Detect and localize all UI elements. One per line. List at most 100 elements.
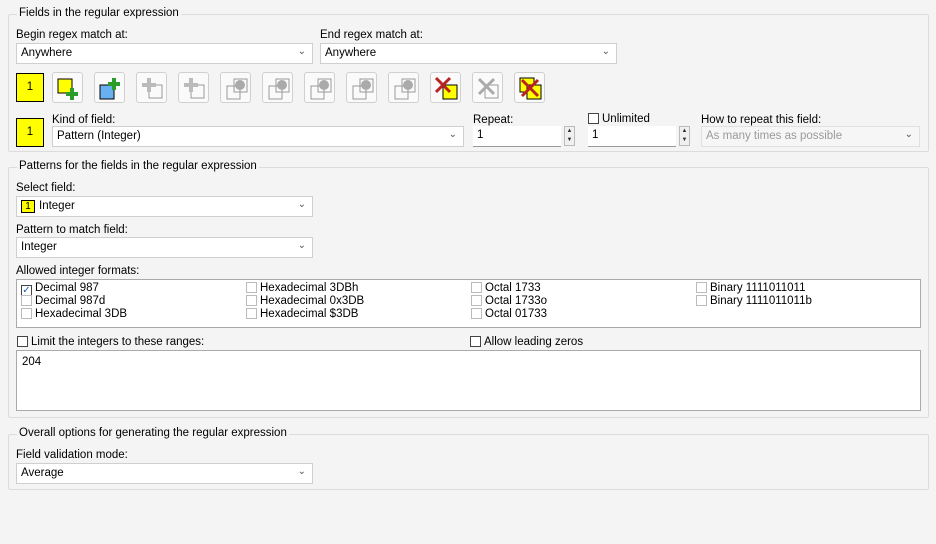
format-checkbox[interactable]: Hexadecimal 0x3DB [246, 295, 364, 307]
move-up-button[interactable] [220, 72, 251, 103]
pattern-value: Integer [21, 241, 57, 253]
checkbox-box[interactable] [471, 295, 482, 306]
mode-value: Average [21, 467, 64, 479]
format-checkbox[interactable]: Octal 01733 [471, 308, 547, 320]
delete-icon [477, 77, 499, 99]
move-right-button[interactable] [346, 72, 377, 103]
format-checkbox[interactable]: Hexadecimal 3DB [21, 308, 127, 320]
chevron-down-icon: ⌄ [448, 129, 457, 140]
chevron-down-icon: ⌄ [601, 46, 610, 57]
checkbox-box[interactable] [696, 295, 707, 306]
insert-field-icon [99, 78, 120, 100]
checkbox-box[interactable] [21, 295, 32, 306]
current-field-indicator: 1 [16, 73, 44, 102]
format-label: Decimal 987d [35, 295, 106, 307]
arrow-in-icon [394, 78, 416, 100]
format-label: Binary 1111011011b [710, 295, 812, 307]
begin-value: Anywhere [21, 47, 73, 59]
format-label: Binary 1111011011 [710, 282, 806, 294]
arrow-left-icon [310, 78, 332, 100]
end-label: End regex match at: [320, 29, 423, 41]
begin-label: Begin regex match at: [16, 29, 128, 41]
format-label: Decimal 987 [35, 282, 99, 294]
checkbox-box[interactable] [246, 308, 257, 319]
add-sibling-icon [184, 78, 205, 99]
repeat-max-spinner[interactable]: ▲ ▼ [679, 126, 690, 146]
format-label: Hexadecimal 3DBh [260, 282, 359, 294]
move-left-button[interactable] [304, 72, 335, 103]
format-checkbox[interactable]: Binary 1111011011b [696, 295, 812, 307]
field-number-indicator: 1 [16, 118, 44, 147]
chevron-down-icon: ⌄ [297, 240, 306, 251]
repeat-min-input[interactable]: 1 [473, 126, 561, 147]
delete-subfield-button[interactable] [472, 72, 503, 103]
unlimited-label: Unlimited [602, 113, 650, 125]
leading-zeros-checkbox[interactable]: Allow leading zeros [470, 336, 583, 348]
add-sibling-button[interactable] [178, 72, 209, 103]
kind-of-field-select[interactable]: Pattern (Integer) ⌄ [52, 126, 464, 147]
format-checkbox[interactable]: Decimal 987d [21, 295, 105, 307]
delete-field-button[interactable] [430, 72, 461, 103]
format-label: Hexadecimal 0x3DB [260, 295, 365, 307]
delete-all-fields-button[interactable] [514, 72, 545, 103]
move-in-button[interactable] [388, 72, 419, 103]
checkbox-box[interactable] [471, 282, 482, 293]
pattern-label: Pattern to match field: [16, 224, 128, 236]
how-to-repeat-select[interactable]: As many times as possible ⌄ [701, 126, 920, 147]
how-value: As many times as possible [706, 130, 843, 142]
format-label: Octal 1733 [485, 282, 541, 294]
checkbox-box[interactable] [246, 295, 257, 306]
add-field-before-button[interactable] [94, 72, 125, 103]
add-field-icon [57, 78, 78, 100]
begin-match-select[interactable]: Anywhere ⌄ [16, 43, 313, 64]
format-checkbox[interactable]: Octal 1733o [471, 295, 547, 307]
limit-ranges-checkbox[interactable]: Limit the integers to these ranges: [17, 336, 204, 348]
field-number-badge: 1 [21, 200, 35, 213]
repeat-min-spinner[interactable]: ▲ ▼ [564, 126, 575, 146]
format-label: Hexadecimal 3DB [35, 308, 128, 320]
repeat-max-input[interactable]: 1 [588, 126, 676, 147]
checkbox-box[interactable] [21, 308, 32, 319]
patterns-group-title: Patterns for the fields in the regular e… [17, 160, 259, 172]
delete-field-icon [434, 76, 458, 100]
select-field-value: Integer [39, 200, 75, 212]
repeat-label: Repeat: [473, 114, 514, 126]
how-label: How to repeat this field: [701, 114, 822, 126]
unlimited-checkbox[interactable]: Unlimited [588, 113, 650, 125]
fields-group-title: Fields in the regular expression [17, 7, 181, 19]
checkbox-box[interactable] [588, 113, 599, 124]
chevron-down-icon: ⌄ [297, 199, 306, 210]
validation-mode-select[interactable]: Average ⌄ [16, 463, 313, 484]
add-field-after-button[interactable] [52, 72, 83, 103]
add-subfield-icon [142, 78, 163, 99]
ranges-textarea[interactable]: 204 [16, 350, 921, 411]
format-label: Octal 01733 [485, 308, 548, 320]
limit-ranges-label: Limit the integers to these ranges: [31, 336, 205, 348]
end-value: Anywhere [325, 47, 377, 59]
checkbox-box[interactable] [470, 336, 481, 347]
pattern-select[interactable]: Integer ⌄ [16, 237, 313, 258]
mode-label: Field validation mode: [16, 449, 128, 461]
end-match-select[interactable]: Anywhere ⌄ [320, 43, 617, 64]
chevron-down-icon: ⌄ [904, 129, 913, 140]
integer-formats-list: ✓ Decimal 987 Decimal 987d Hexadecimal 3DB H… [16, 279, 921, 328]
kind-label: Kind of field: [52, 114, 116, 126]
format-checkbox[interactable]: Binary 1111011011 [696, 282, 805, 294]
kind-value: Pattern (Integer) [57, 130, 141, 142]
delete-all-icon [519, 77, 542, 100]
select-field-select[interactable]: 1 Integer ⌄ [16, 196, 313, 217]
checkbox-box[interactable] [246, 282, 257, 293]
format-checkbox[interactable]: Hexadecimal 3DBh [246, 282, 358, 294]
format-checkbox[interactable]: Hexadecimal $3DB [246, 308, 358, 320]
checkbox-box[interactable] [17, 336, 28, 347]
leading-zeros-label: Allow leading zeros [484, 336, 584, 348]
arrow-down-icon [268, 78, 290, 100]
format-checkbox[interactable]: Octal 1733 [471, 282, 541, 294]
checkbox-box[interactable] [471, 308, 482, 319]
add-subfield-button[interactable] [136, 72, 167, 103]
move-down-button[interactable] [262, 72, 293, 103]
select-field-label: Select field: [16, 182, 76, 194]
checkbox-box[interactable] [696, 282, 707, 293]
format-checkbox[interactable]: ✓ Decimal 987 [21, 282, 99, 296]
format-label: Hexadecimal $3DB [260, 308, 359, 320]
